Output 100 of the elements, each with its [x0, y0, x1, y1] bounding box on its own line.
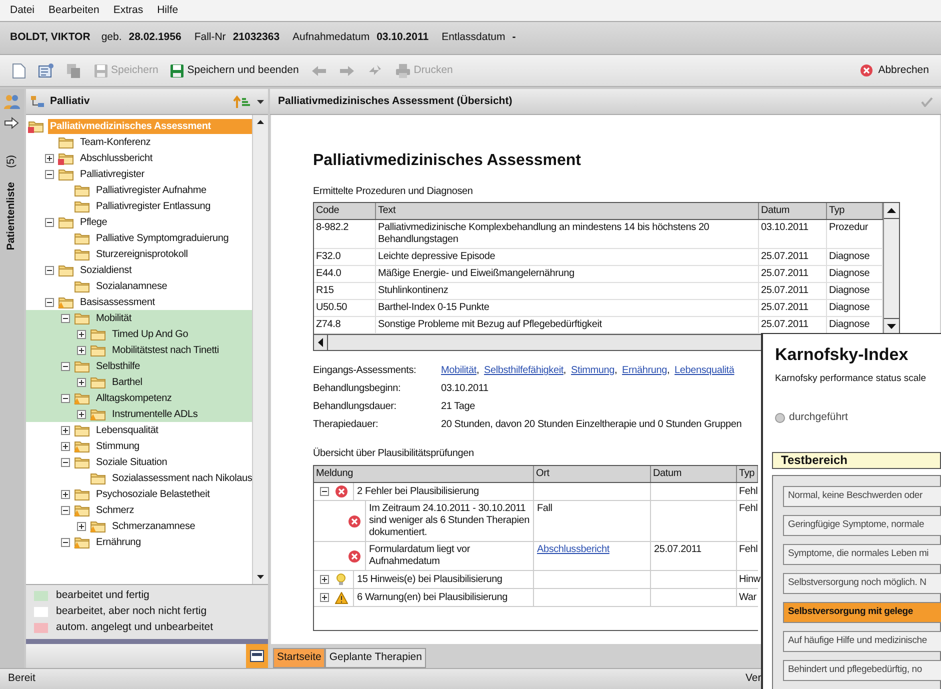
info-label: Therapiedauer: — [313, 418, 380, 432]
expand-toggle[interactable] — [77, 346, 86, 354]
scroll-down-icon[interactable] — [887, 324, 896, 329]
tree-item[interactable]: Selbsthilfe — [94, 358, 142, 374]
option-button[interactable]: Behindert und pflegebedürftig, no — [783, 660, 941, 680]
tree-item[interactable]: Barthel — [110, 374, 144, 390]
column-header[interactable]: Meldung — [314, 466, 534, 482]
tree-item[interactable]: Ernährung — [94, 534, 143, 550]
tree-item[interactable]: Timed Up And Go — [110, 326, 190, 342]
scroll-down-icon[interactable] — [257, 575, 264, 579]
collapse-toggle[interactable] — [61, 506, 70, 514]
column-header[interactable]: Text — [376, 203, 759, 219]
legend-label: bearbeitet und fertig — [56, 588, 150, 604]
location-link[interactable]: Abschlussbericht — [537, 544, 610, 555]
assessment-link[interactable]: Lebensqualitä — [674, 363, 734, 378]
tree-item[interactable]: Sturzereignisprotokoll — [94, 246, 190, 262]
option-button[interactable]: Geringfügige Symptome, normale — [783, 514, 941, 536]
tab[interactable]: Geplante Therapien — [325, 648, 426, 668]
tree-item[interactable]: Palliativregister — [78, 166, 146, 182]
option-button[interactable]: Normal, keine Beschwerden oder — [783, 486, 941, 506]
tree-item[interactable]: Alltagskompetenz — [94, 390, 174, 406]
tree-item[interactable]: Palliative Symptomgraduierung — [94, 230, 231, 246]
cancel-button[interactable]: Abbrechen — [860, 62, 929, 78]
column-header[interactable]: Typ — [737, 466, 758, 482]
collapse-toggle[interactable] — [45, 170, 54, 178]
menu-item[interactable]: Hilfe — [157, 2, 178, 18]
tree-item[interactable]: Mobilitätstest nach Tinetti — [110, 342, 221, 358]
tree-item[interactable]: Palliativregister Aufnahme — [94, 182, 208, 198]
collapse-toggle[interactable] — [61, 538, 70, 546]
printer-icon — [394, 64, 411, 78]
collapse-toggle[interactable] — [61, 458, 70, 466]
expand-toggle[interactable] — [320, 575, 329, 584]
tree-item[interactable]: Mobilität — [94, 310, 134, 326]
tree-item[interactable]: Basisassessment — [78, 294, 157, 310]
expand-toggle[interactable] — [77, 522, 86, 530]
toolbar-button[interactable]: Speichern und beenden — [170, 62, 299, 78]
tree-item[interactable]: Pflege — [78, 214, 110, 230]
menu-item[interactable]: Datei — [10, 2, 35, 18]
tree-item[interactable]: Sozialassessment nach Nikolaus — [110, 470, 252, 486]
column-header[interactable]: Datum — [651, 466, 737, 482]
dropdown-caret-icon[interactable] — [257, 100, 264, 104]
assessment-link[interactable]: Ernährung — [622, 363, 667, 378]
field-value: 03.10.2011 — [376, 30, 429, 46]
scroll-up-icon[interactable] — [887, 208, 896, 213]
patient-count: (5) — [4, 155, 18, 168]
tree-item[interactable]: Instrumentelle ADLs — [110, 406, 200, 422]
column-header[interactable]: Datum — [759, 203, 827, 219]
expand-toggle[interactable] — [45, 154, 54, 162]
patient-list-tab[interactable]: Patientenliste — [4, 182, 20, 250]
collapse-toggle[interactable] — [320, 487, 329, 496]
assessment-link[interactable]: Selbsthilfefähigkeit — [484, 363, 564, 378]
tree-item[interactable]: Lebensqualität — [94, 422, 160, 438]
expand-toggle[interactable] — [61, 490, 70, 498]
column-header[interactable]: Code — [314, 203, 376, 219]
collapse-toggle[interactable] — [61, 314, 70, 322]
column-header[interactable]: Ort — [534, 466, 651, 482]
radio-button[interactable] — [775, 412, 785, 423]
scroll-left-icon[interactable] — [318, 338, 323, 347]
tree-item[interactable]: Soziale Situation — [94, 454, 170, 470]
pbl-icon[interactable] — [250, 650, 264, 662]
assessment-link[interactable]: Stimmung — [571, 363, 614, 378]
tree-item[interactable]: Sozialanamnese — [94, 278, 170, 294]
expand-toggle[interactable] — [77, 330, 86, 338]
option-button[interactable]: Selbstversorgung noch möglich. N — [783, 572, 941, 594]
tree-item[interactable]: Stimmung — [94, 438, 142, 454]
tree-item[interactable]: Psychosoziale Belastetheit — [94, 486, 212, 502]
menu-item[interactable]: Bearbeiten — [48, 2, 100, 18]
expand-toggle[interactable] — [61, 426, 70, 434]
tree-item[interactable]: Team-Konferenz — [78, 134, 153, 150]
expand-toggle[interactable] — [61, 442, 70, 450]
expand-toggle[interactable] — [77, 410, 86, 418]
menu-item[interactable]: Extras — [113, 2, 144, 18]
document-icon — [12, 62, 26, 78]
option-button[interactable]: Auf häufige Hilfe und medizinische — [783, 630, 941, 652]
legend-label: bearbeitet, aber noch nicht fertig — [56, 604, 207, 620]
expand-toggle[interactable] — [77, 378, 86, 386]
table-cell: 25.07.2011 — [759, 249, 827, 265]
option-button[interactable]: Symptome, die normales Leben mi — [783, 544, 941, 564]
collapse-toggle[interactable] — [61, 362, 70, 370]
scroll-up-icon[interactable] — [257, 120, 264, 124]
option-button[interactable]: Selbstversorgung mit gelege — [783, 602, 941, 622]
tab[interactable]: Startseite — [273, 648, 326, 668]
tree-item[interactable]: Schmerzanamnese — [110, 518, 198, 534]
section-header: Testbereich — [772, 452, 941, 468]
toolbar-icon-button[interactable] — [38, 62, 54, 78]
collapse-toggle[interactable] — [45, 266, 54, 274]
assessment-link[interactable]: Mobilität — [441, 363, 476, 378]
collapse-toggle[interactable] — [61, 394, 70, 402]
field-label: Aufnahmedatum — [292, 30, 370, 46]
tree-item[interactable]: Schmerz — [94, 502, 136, 518]
tree-item[interactable]: Sozialdienst — [78, 262, 134, 278]
current-arrow-icon — [4, 117, 20, 129]
collapse-toggle[interactable] — [45, 298, 54, 306]
back-arrow-icon — [310, 64, 327, 76]
tree-item[interactable]: Palliativregister Entlassung — [94, 198, 212, 214]
tree-item[interactable]: Abschlussbericht — [78, 150, 154, 166]
toolbar-icon-button[interactable] — [12, 62, 26, 78]
collapse-toggle[interactable] — [45, 218, 54, 226]
expand-toggle[interactable] — [320, 593, 329, 602]
table-cell: R15 — [314, 283, 376, 299]
